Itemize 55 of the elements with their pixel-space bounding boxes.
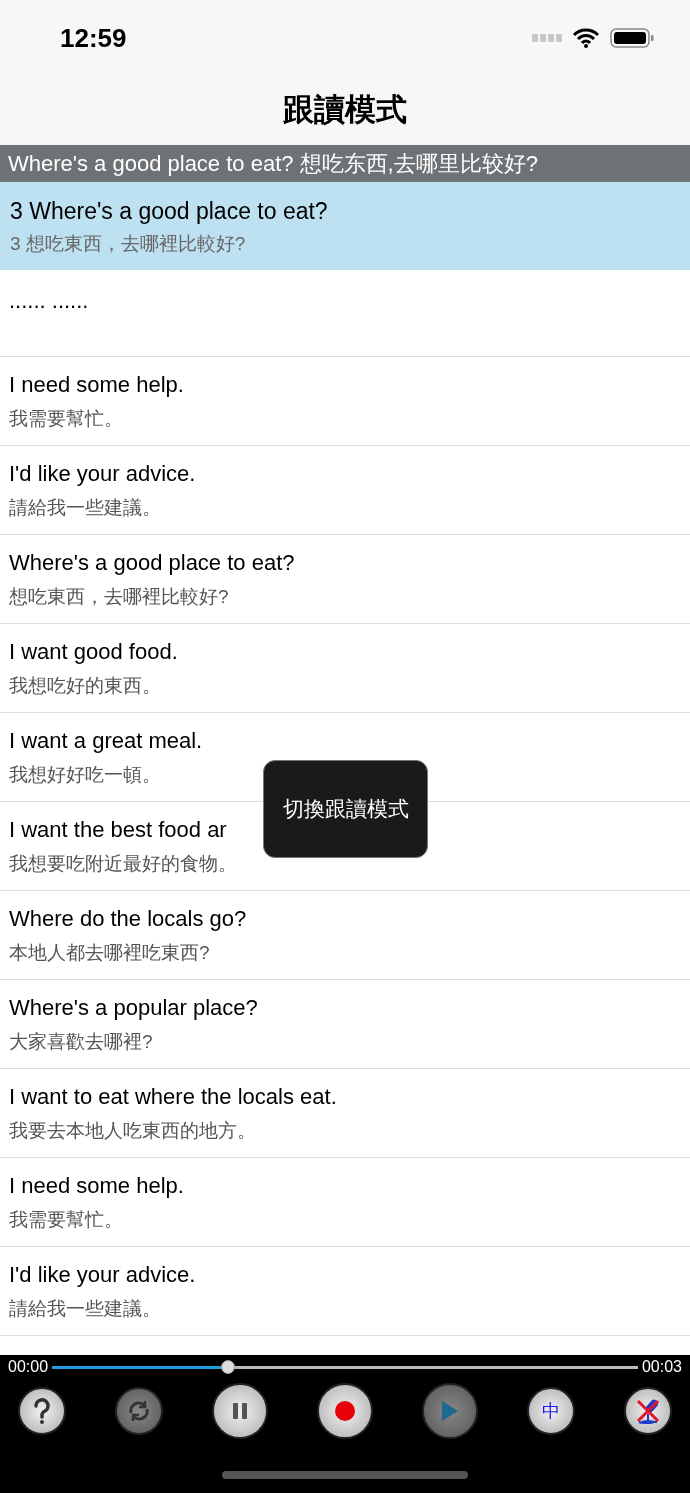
signal-icon [532,34,562,42]
wifi-icon [572,28,600,48]
sentence-english: I want to eat where the locals eat. [9,1083,338,1111]
mic-off-button[interactable] [624,1387,672,1435]
sentence-row[interactable]: I want good food. 我想吃好的東西。 [0,624,690,713]
sentence-english: I want good food. [9,638,179,666]
sentence-chinese: 請給我一些建議。 [9,1296,162,1321]
sentence-english: Where's a good place to eat? [9,549,296,577]
elapsed-time: 00:00 [8,1357,49,1377]
sentence-chinese: 請給我一些建議。 [9,495,162,520]
sentence-chinese: 想吃東西，去哪裡比較好? [9,584,230,609]
pause-button[interactable] [212,1383,268,1439]
total-time: 00:03 [641,1357,682,1377]
slider-thumb[interactable] [220,1359,235,1374]
sentence-english: 3 Where's a good place to eat? [10,196,329,226]
sentence-chinese: 我想要吃附近最好的食物。 [9,851,238,876]
language-button[interactable]: 中 [527,1387,575,1435]
sentence-english: Where's a popular place? [9,994,259,1022]
current-sentence-row[interactable]: 3 Where's a good place to eat? 3 想吃東西，去哪裡比較好? [0,182,690,270]
sentence-row[interactable]: I want to eat where the locals eat. 我要去本地人吃東西的地方。 [0,1069,690,1158]
sentence-row[interactable]: I'd like your advice. 請給我一些建議。 [0,1247,690,1336]
sentence-row[interactable]: I need some help. 我需要幫忙。 [0,1158,690,1247]
sentence-english: I want the best food ar [9,816,228,844]
sentence-english: Where do the locals go? [9,905,248,933]
sentence-english: I want a great meal. [9,727,204,755]
sentence-chinese: 我需要幫忙。 [9,1207,124,1232]
sentence-chinese: 我需要幫忙。 [9,406,124,431]
sentence-english: I'd like your advice. [9,460,197,488]
sentence-chinese: 3 想吃東西，去哪裡比較好? [10,231,247,256]
sentence-row[interactable]: I need some help. 我需要幫忙。 [0,357,690,446]
help-button[interactable] [18,1387,66,1435]
sentence-english: I need some help. [9,1172,185,1200]
pause-icon [233,1403,247,1419]
sentence-row[interactable]: Where's a good place to eat? 想吃東西，去哪裡比較好? [0,535,690,624]
screen-title: 跟讀模式 [283,91,407,130]
sentence-row[interactable]: Where's a popular place? 大家喜歡去哪裡? [0,980,690,1069]
sentence-row[interactable]: I'd like your advice. 請給我一些建議。 [0,446,690,535]
play-icon [442,1401,458,1421]
repeat-icon [126,1398,152,1424]
battery-icon [610,28,654,48]
sentence-chinese: 我要去本地人吃東西的地方。 [9,1118,257,1143]
current-sentence-banner: Where's a good place to eat? 想吃东西,去哪里比较好? [0,145,690,182]
status-time: 12:59 [60,21,127,55]
help-icon [33,1398,51,1424]
chinese-label: 中 [542,1402,560,1420]
sentence-row[interactable]: Where do the locals go? 本地人都去哪裡吃東西? [0,891,690,980]
record-icon [334,1400,356,1422]
sentence-chinese: 我想好好吃一頓。 [9,762,162,787]
ellipsis-text: ...... ...... [9,288,89,313]
sentence-chinese: 大家喜歡去哪裡? [9,1029,154,1054]
sentence-english: I need some help. [9,371,185,399]
sentence-chinese: 本地人都去哪裡吃東西? [9,940,211,965]
record-button[interactable] [317,1383,373,1439]
sentence-english: I'd like your advice. [9,1261,197,1289]
sentence-chinese: 我想吃好的東西。 [9,673,162,698]
